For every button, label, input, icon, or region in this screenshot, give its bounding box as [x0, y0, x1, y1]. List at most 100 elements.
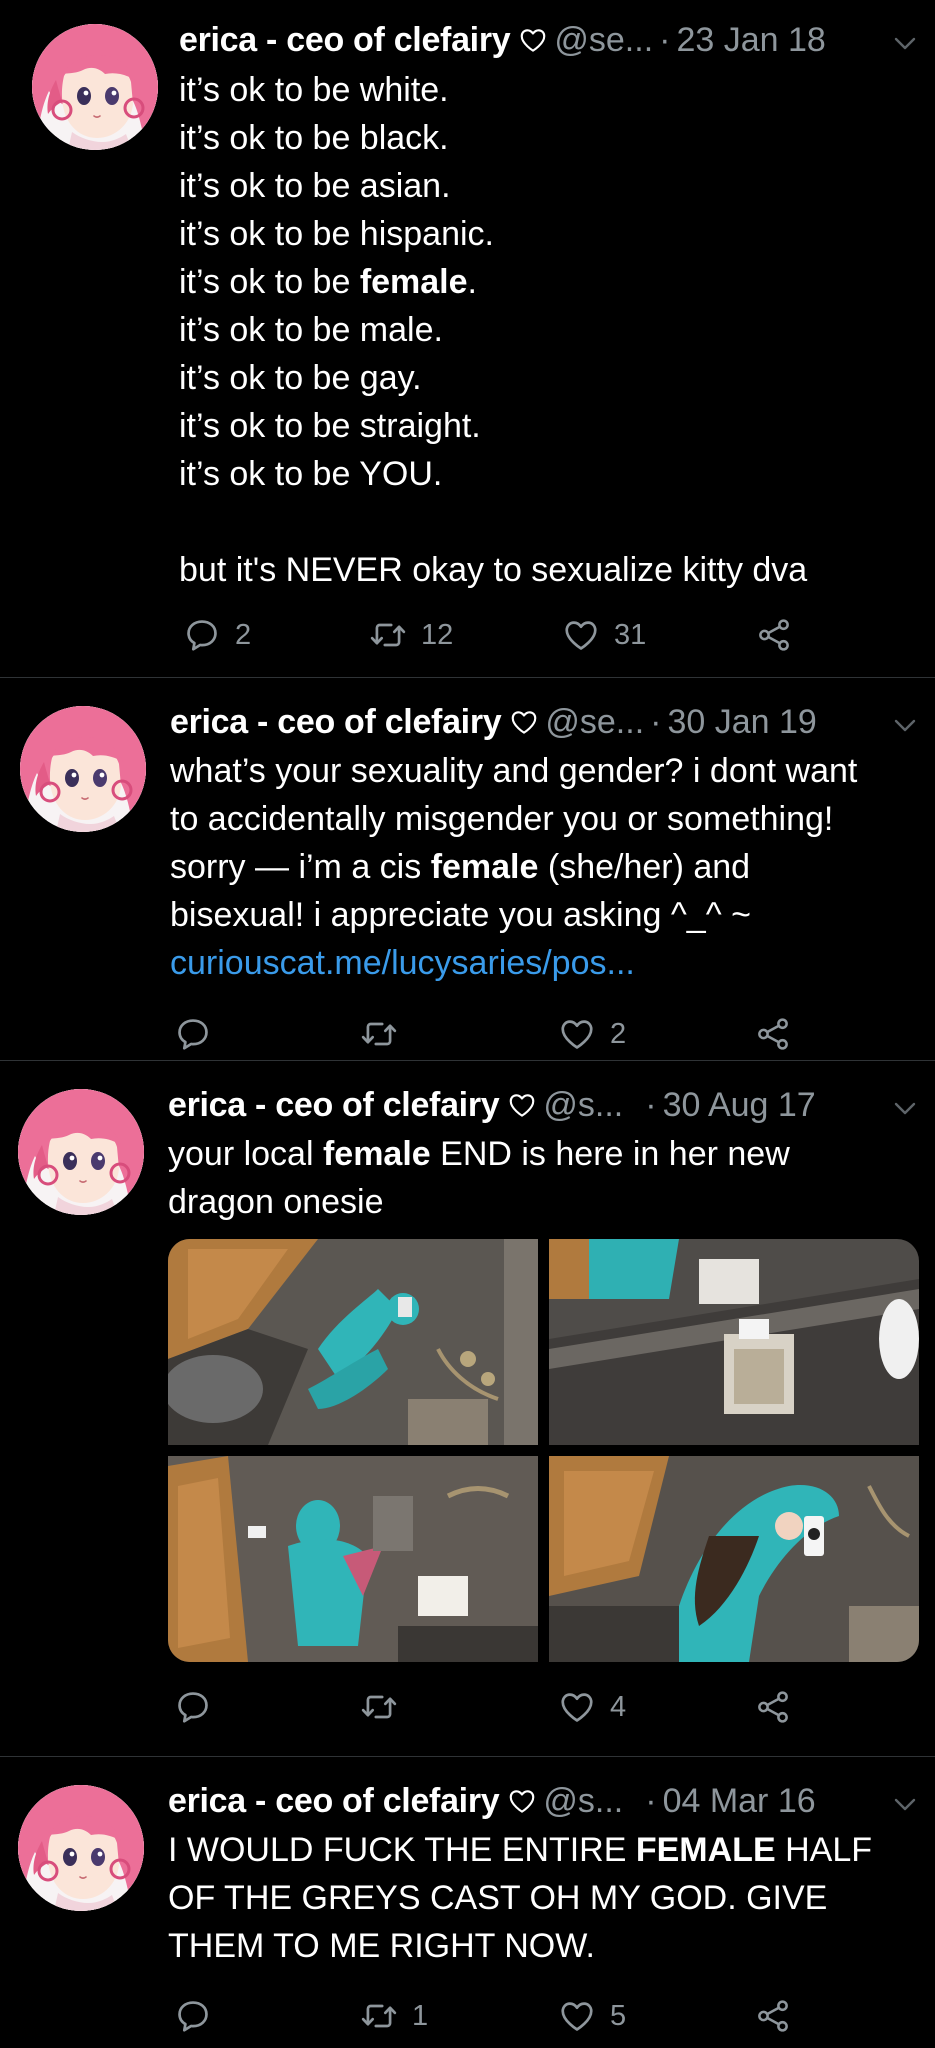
tweet-line: but it's NEVER okay to sexualize kitty d…: [179, 551, 808, 589]
tweet-text: what’s your sexuality and gender? i dont…: [170, 747, 857, 987]
tweet-line: it’s ok to be white.: [179, 71, 449, 109]
media-photo[interactable]: [549, 1239, 919, 1445]
author-name[interactable]: erica - ceo of clefairy: [168, 1782, 500, 1820]
author-avatar[interactable]: [18, 1089, 144, 1215]
reply-icon: [174, 1997, 212, 2035]
retweet-count: 12: [421, 618, 454, 651]
reply-icon: [174, 1688, 212, 1726]
media-photo[interactable]: [168, 1456, 538, 1662]
tweet-actions: 2: [174, 1012, 874, 1056]
share-icon: [754, 1015, 792, 1053]
like-button[interactable]: 31: [562, 613, 646, 657]
like-count: 4: [610, 1690, 627, 1723]
tweet-line: sorry — i’m a cis female (she/her) and: [170, 848, 751, 886]
tweet-line: I WOULD FUCK THE ENTIRE FEMALE HALF: [168, 1831, 872, 1869]
tweet-divider: [0, 1060, 935, 1061]
reply-icon: [174, 1015, 212, 1053]
heart-badge-icon: [507, 1088, 537, 1130]
share-button[interactable]: [754, 1685, 792, 1729]
chevron-down-icon[interactable]: [894, 37, 916, 51]
retweet-button[interactable]: [360, 1012, 412, 1056]
retweet-icon: [360, 1688, 398, 1726]
tweet-line: it’s ok to be hispanic.: [179, 215, 494, 253]
separator-dot: ·: [645, 1086, 657, 1124]
chevron-down-icon[interactable]: [894, 1102, 916, 1116]
retweet-icon: [360, 1015, 398, 1053]
like-button[interactable]: 2: [558, 1012, 626, 1056]
tweet-actions: 4: [174, 1685, 874, 1729]
heart-badge-icon: [518, 23, 548, 65]
share-button[interactable]: [755, 613, 793, 657]
reply-button[interactable]: 2: [183, 613, 251, 657]
author-name[interactable]: erica - ceo of clefairy: [170, 703, 502, 741]
author-name[interactable]: erica - ceo of clefairy: [168, 1086, 500, 1124]
tweet-line: it’s ok to be male.: [179, 311, 443, 349]
heart-badge-icon: [507, 1784, 537, 1826]
reply-button[interactable]: [174, 1994, 226, 2038]
tweet-link[interactable]: curiouscat.me/lucysaries/pos...: [170, 939, 857, 987]
retweet-button[interactable]: [360, 1685, 412, 1729]
reply-count: 2: [235, 618, 252, 651]
tweet-divider: [0, 1756, 935, 1757]
photo-image: [549, 1239, 919, 1445]
tweet-line: it’s ok to be asian.: [179, 167, 451, 205]
tweet-text: I WOULD FUCK THE ENTIRE FEMALE HALF OF T…: [168, 1826, 872, 1970]
tweet-line: what’s your sexuality and gender? i dont…: [170, 752, 858, 790]
tweet-line: it’s ok to be female.: [179, 263, 477, 301]
like-button[interactable]: 4: [558, 1685, 626, 1729]
media-photo[interactable]: [168, 1239, 538, 1445]
separator-dot: ·: [645, 1782, 657, 1820]
share-button[interactable]: [754, 1012, 792, 1056]
like-count: 31: [614, 618, 647, 651]
avatar-image: [18, 1785, 144, 1911]
tweet-header: erica - ceo of clefairy @se... · 23 Jan 18: [179, 19, 826, 65]
tweet-date[interactable]: 30 Jan 19: [667, 703, 816, 741]
share-button[interactable]: [754, 1994, 792, 2038]
photo-image: [168, 1456, 538, 1662]
heart-icon: [558, 1997, 596, 2035]
media-photo[interactable]: [549, 1456, 919, 1662]
heart-icon: [558, 1688, 596, 1726]
share-icon: [754, 1997, 792, 2035]
heart-icon: [558, 1015, 596, 1053]
tweet-line: it’s ok to be gay.: [179, 359, 422, 397]
highlight-word: female: [430, 848, 539, 886]
author-handle[interactable]: @s...: [543, 1782, 623, 1820]
author-name[interactable]: erica - ceo of clefairy: [179, 21, 511, 59]
like-count: 2: [610, 1017, 627, 1050]
author-avatar[interactable]: [32, 24, 158, 150]
tweet-date[interactable]: 30 Aug 17: [663, 1086, 816, 1124]
tweet-header: erica - ceo of clefairy @se... · 30 Jan 19: [170, 701, 817, 747]
heart-icon: [562, 616, 600, 654]
retweet-icon: [360, 1997, 398, 2035]
share-icon: [755, 616, 793, 654]
author-handle[interactable]: @se...: [545, 703, 644, 741]
like-button[interactable]: 5: [558, 1994, 626, 2038]
highlight-word: FEMALE: [635, 1831, 776, 1869]
tweet-date[interactable]: 04 Mar 16: [663, 1782, 816, 1820]
retweet-button[interactable]: 12: [369, 613, 453, 657]
retweet-count: 1: [412, 1999, 429, 2032]
tweet-line: THEM TO ME RIGHT NOW.: [168, 1927, 595, 1965]
avatar-image: [20, 706, 146, 832]
chevron-down-icon[interactable]: [894, 1798, 916, 1812]
tweet-line: it’s ok to be black.: [179, 119, 449, 157]
author-avatar[interactable]: [20, 706, 146, 832]
tweet-text: it’s ok to be white. it’s ok to be black…: [179, 66, 807, 594]
share-icon: [754, 1688, 792, 1726]
tweet-text: your local female END is here in her new…: [168, 1130, 790, 1226]
chevron-down-icon[interactable]: [894, 719, 916, 733]
tweet-actions: 1 5: [174, 1994, 874, 2038]
author-handle[interactable]: @s...: [543, 1086, 623, 1124]
tweet-line: it’s ok to be YOU.: [179, 455, 443, 493]
heart-badge-icon: [509, 705, 539, 747]
reply-button[interactable]: [174, 1012, 226, 1056]
tweet-actions: 2 12 31: [183, 613, 883, 657]
retweet-button[interactable]: 1: [360, 1994, 428, 2038]
tweet-date[interactable]: 23 Jan 18: [676, 21, 825, 59]
author-avatar[interactable]: [18, 1785, 144, 1911]
retweet-icon: [369, 616, 407, 654]
reply-button[interactable]: [174, 1685, 226, 1729]
separator-dot: ·: [650, 703, 662, 741]
author-handle[interactable]: @se...: [554, 21, 653, 59]
